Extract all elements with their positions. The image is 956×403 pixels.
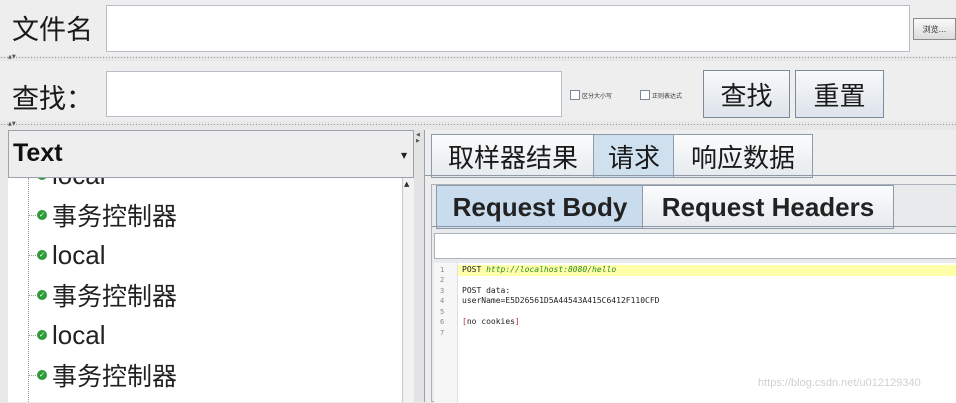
code-line-4: userName=E5D26561D5A44543A415C6412F110CF… — [462, 296, 660, 305]
tree-connector — [28, 294, 36, 296]
collapse-arrows-icon[interactable]: ▲▼ — [8, 122, 16, 127]
line-number: 3 — [440, 287, 445, 295]
scroll-up-arrow-icon[interactable]: ▲ — [404, 180, 409, 188]
success-shield-icon: ✓ — [37, 250, 47, 260]
bracket-close: ] — [515, 317, 520, 326]
tree-connector — [28, 254, 36, 256]
tree-item[interactable]: ✓ local — [28, 315, 105, 355]
http-method: POST — [462, 265, 487, 274]
split-divider-middle[interactable] — [0, 123, 956, 127]
success-shield-icon: ✓ — [37, 210, 47, 220]
subtab-strip-border — [432, 226, 956, 227]
code-line-6: [no cookies] — [462, 317, 520, 326]
checkbox-box[interactable] — [570, 90, 580, 100]
tree-item-label: local — [52, 239, 106, 270]
result-detail-pane: 取样器结果 请求 响应数据 Request Body Request Heade… — [424, 130, 956, 403]
collapse-arrows-icon[interactable]: ◀ ▶ — [416, 132, 420, 144]
find-button[interactable]: 查找 — [703, 70, 790, 118]
tab-request-headers[interactable]: Request Headers — [642, 185, 894, 229]
tree-item-label: 事务控制器 — [52, 362, 178, 391]
results-tree: ✓ local ✓ 事务控制器 ✓ local ✓ 事务控制器 ✓ local … — [8, 178, 402, 402]
tab-sampler-result[interactable]: 取样器结果 — [431, 134, 595, 178]
line-number: 4 — [440, 297, 445, 305]
tree-scrollbar[interactable]: ▲ — [402, 178, 414, 402]
file-name-row: 文件名 浏览... — [0, 0, 956, 56]
tree-connector — [28, 374, 36, 376]
renderer-select[interactable]: Text ▼ — [8, 130, 414, 178]
success-shield-icon: ✓ — [37, 370, 47, 380]
tree-item[interactable]: ✓ local — [28, 235, 105, 275]
renderer-select-value: Text — [13, 139, 63, 167]
line-number: 5 — [440, 308, 445, 316]
browse-button[interactable]: 浏览... — [913, 18, 956, 40]
tab-request-body[interactable]: Request Body — [436, 185, 644, 229]
regex-checkbox[interactable]: 正则表达式 — [640, 90, 682, 100]
case-sensitive-checkbox[interactable]: 区分大小写 — [570, 90, 612, 100]
tab-strip-border — [425, 175, 956, 176]
search-input[interactable] — [106, 71, 562, 117]
tree-item-label: local — [52, 319, 106, 350]
collapse-arrows-icon[interactable]: ▲▼ — [8, 55, 16, 60]
tree-item[interactable]: ✓ 事务控制器 — [28, 195, 177, 235]
file-name-input[interactable] — [106, 5, 910, 52]
tree-item[interactable]: ✓ 事务控制器 — [28, 275, 177, 315]
regex-label: 正则表达式 — [652, 92, 683, 100]
file-name-label: 文件名 — [12, 15, 93, 46]
chevron-down-icon[interactable]: ▼ — [401, 151, 407, 160]
tree-item-label: local — [52, 178, 105, 191]
line-number: 2 — [440, 276, 445, 284]
search-label: 查找： — [12, 84, 93, 115]
success-shield-icon: ✓ — [37, 330, 47, 340]
search-row: 查找： 区分大小写 正则表达式 查找 重置 — [0, 61, 956, 121]
line-number: 6 — [440, 318, 445, 326]
tree-connector — [28, 334, 36, 336]
split-divider-top[interactable] — [0, 56, 956, 60]
tab-response-data[interactable]: 响应数据 — [673, 134, 813, 178]
checkbox-box[interactable] — [640, 90, 650, 100]
tab-request[interactable]: 请求 — [593, 134, 675, 178]
line-number: 7 — [440, 329, 445, 337]
tree-item-label: 事务控制器 — [52, 202, 178, 231]
watermark: https://blog.csdn.net/u012129340 — [758, 377, 921, 389]
cookies-text: no cookies — [466, 317, 515, 326]
request-toolbar-field[interactable] — [434, 233, 956, 259]
success-shield-icon: ✓ — [37, 178, 47, 180]
request-url: http://localhost:8080/hello — [486, 265, 617, 274]
tree-item-label: 事务控制器 — [52, 282, 178, 311]
results-tree-pane: Text ▼ ✓ local ✓ 事务控制器 ✓ local ✓ 事务控制器 ✓… — [8, 130, 414, 402]
reset-button[interactable]: 重置 — [795, 70, 884, 118]
line-number-gutter: 1 2 3 4 5 6 7 — [434, 263, 458, 403]
code-line-1: POST http://localhost:8080/hello — [462, 265, 616, 274]
tree-item[interactable]: ✓ 事务控制器 — [28, 355, 177, 395]
code-line-3: POST data: — [462, 286, 511, 295]
line-number: 1 — [440, 266, 445, 274]
case-sensitive-label: 区分大小写 — [582, 92, 613, 100]
success-shield-icon: ✓ — [37, 290, 47, 300]
request-panel: Request Body Request Headers 1 2 3 4 5 6… — [431, 184, 956, 403]
pane-splitter[interactable]: ◀ ▶ — [414, 130, 424, 402]
tree-connector — [28, 214, 36, 216]
tree-item[interactable]: ✓ local — [28, 178, 105, 195]
